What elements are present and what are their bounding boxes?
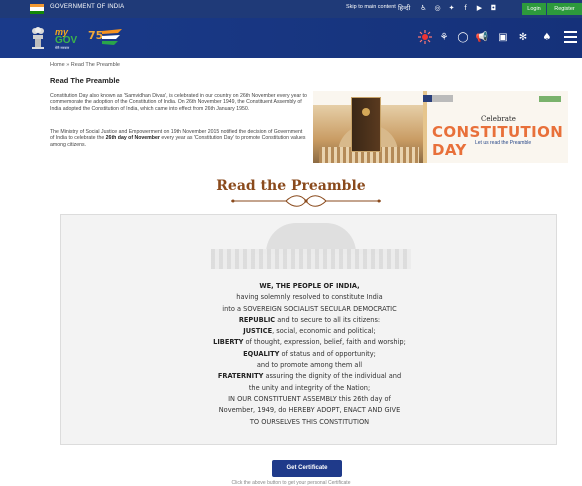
login-button[interactable]: Login <box>522 3 546 15</box>
sun-icon[interactable] <box>417 30 433 46</box>
azadi-ka-amrit-mahotsav-logo[interactable]: 75 <box>88 27 122 49</box>
preamble-line: EQUALITY of status and of opportunity; <box>243 349 376 358</box>
page-title: Read The Preamble <box>50 76 120 85</box>
youtube-icon[interactable]: ▶ <box>474 3 485 14</box>
preamble-text: WE, THE PEOPLE OF INDIA, having solemnly… <box>61 281 558 428</box>
preamble-line: into a SOVEREIGN SOCIALIST SECULAR DEMOC… <box>222 304 397 313</box>
preamble-line: LIBERTY of thought, expression, belief, … <box>213 338 406 347</box>
mygov-logo[interactable]: my GOV मेरी सरकार <box>55 27 85 50</box>
partner-logo <box>539 96 561 102</box>
banner-celebrate-text: Celebrate <box>481 115 516 123</box>
preamble-line: having solemnly resolved to constitute I… <box>236 293 383 302</box>
dashboard-icon[interactable]: ▣ <box>495 30 511 46</box>
constitution-day-banner[interactable]: Celebrate CONSTITUTION DAY Let us read t… <box>313 91 568 163</box>
flower-icon[interactable]: ✻ <box>515 30 531 46</box>
constitution-book-image <box>351 97 381 152</box>
lotus-icon[interactable]: ⚘ <box>436 30 452 46</box>
national-emblem-icon[interactable] <box>31 26 45 50</box>
settings-icon[interactable]: ◎ <box>432 3 443 14</box>
chat-icon[interactable]: ◯ <box>455 30 471 46</box>
preamble-line: TO OURSELVES THIS CONSTITUTION <box>249 417 370 426</box>
menu-icon[interactable] <box>564 31 577 43</box>
certificate-caption: Click the above button to get your perso… <box>231 480 351 486</box>
preamble-line: JUSTICE, social, economic and political; <box>243 327 376 336</box>
section-title: Read the Preamble <box>216 178 366 194</box>
banner-tagline: Let us read the Preamble <box>475 140 532 146</box>
register-button[interactable]: Register <box>547 3 582 15</box>
preamble-line: FRATERNITY assuring the dignity of the i… <box>217 372 402 381</box>
preamble-line: the unity and integrity of the Nation; <box>248 383 371 392</box>
india-flag-icon <box>30 4 44 14</box>
preamble-line: REPUBLIC and to secure to all its citize… <box>238 315 381 324</box>
decorative-divider-icon <box>231 195 381 207</box>
ministry-logo <box>423 95 453 102</box>
preamble-panel: WE, THE PEOPLE OF INDIA, having solemnly… <box>60 214 557 445</box>
intro-paragraph-1: Constitution Day also known as 'Samvidha… <box>50 93 307 112</box>
preamble-line: November, 1949, do HEREBY ADOPT, ENACT A… <box>218 406 401 415</box>
facebook-icon[interactable]: f <box>460 3 471 14</box>
svg-text:75: 75 <box>88 29 103 42</box>
preamble-line: IN OUR CONSTITUENT ASSEMBLY this 26th da… <box>228 394 391 403</box>
megaphone-icon[interactable]: 📢 <box>474 30 490 46</box>
main-header: my GOV मेरी सरकार 75 ⚘ ◯ 📢 ▣ ✻ ♠ <box>0 18 582 58</box>
parliament-watermark-image <box>211 223 411 269</box>
preamble-line: WE, THE PEOPLE OF INDIA, <box>259 282 360 290</box>
instagram-icon[interactable]: ◘ <box>488 3 499 14</box>
skip-to-main-content-link[interactable]: Skip to main content <box>346 4 396 10</box>
twitter-icon[interactable]: ✦ <box>446 3 457 14</box>
government-of-india-label: GOVERNMENT OF INDIA <box>50 4 125 10</box>
accessibility-icon[interactable]: ♿ <box>418 3 429 14</box>
intro-paragraph-2: The Ministry of Social Justice and Empow… <box>50 129 306 148</box>
preamble-line: and to promote among them all <box>256 361 363 370</box>
breadcrumb[interactable]: Home » Read The Preamble <box>50 62 120 68</box>
hindi-language-link[interactable]: हिन्दी <box>398 3 410 12</box>
get-certificate-button[interactable]: Get Certificate <box>272 460 342 477</box>
top-utility-bar: GOVERNMENT OF INDIA Skip to main content… <box>0 0 582 18</box>
bell-icon[interactable]: ♠ <box>539 30 555 46</box>
